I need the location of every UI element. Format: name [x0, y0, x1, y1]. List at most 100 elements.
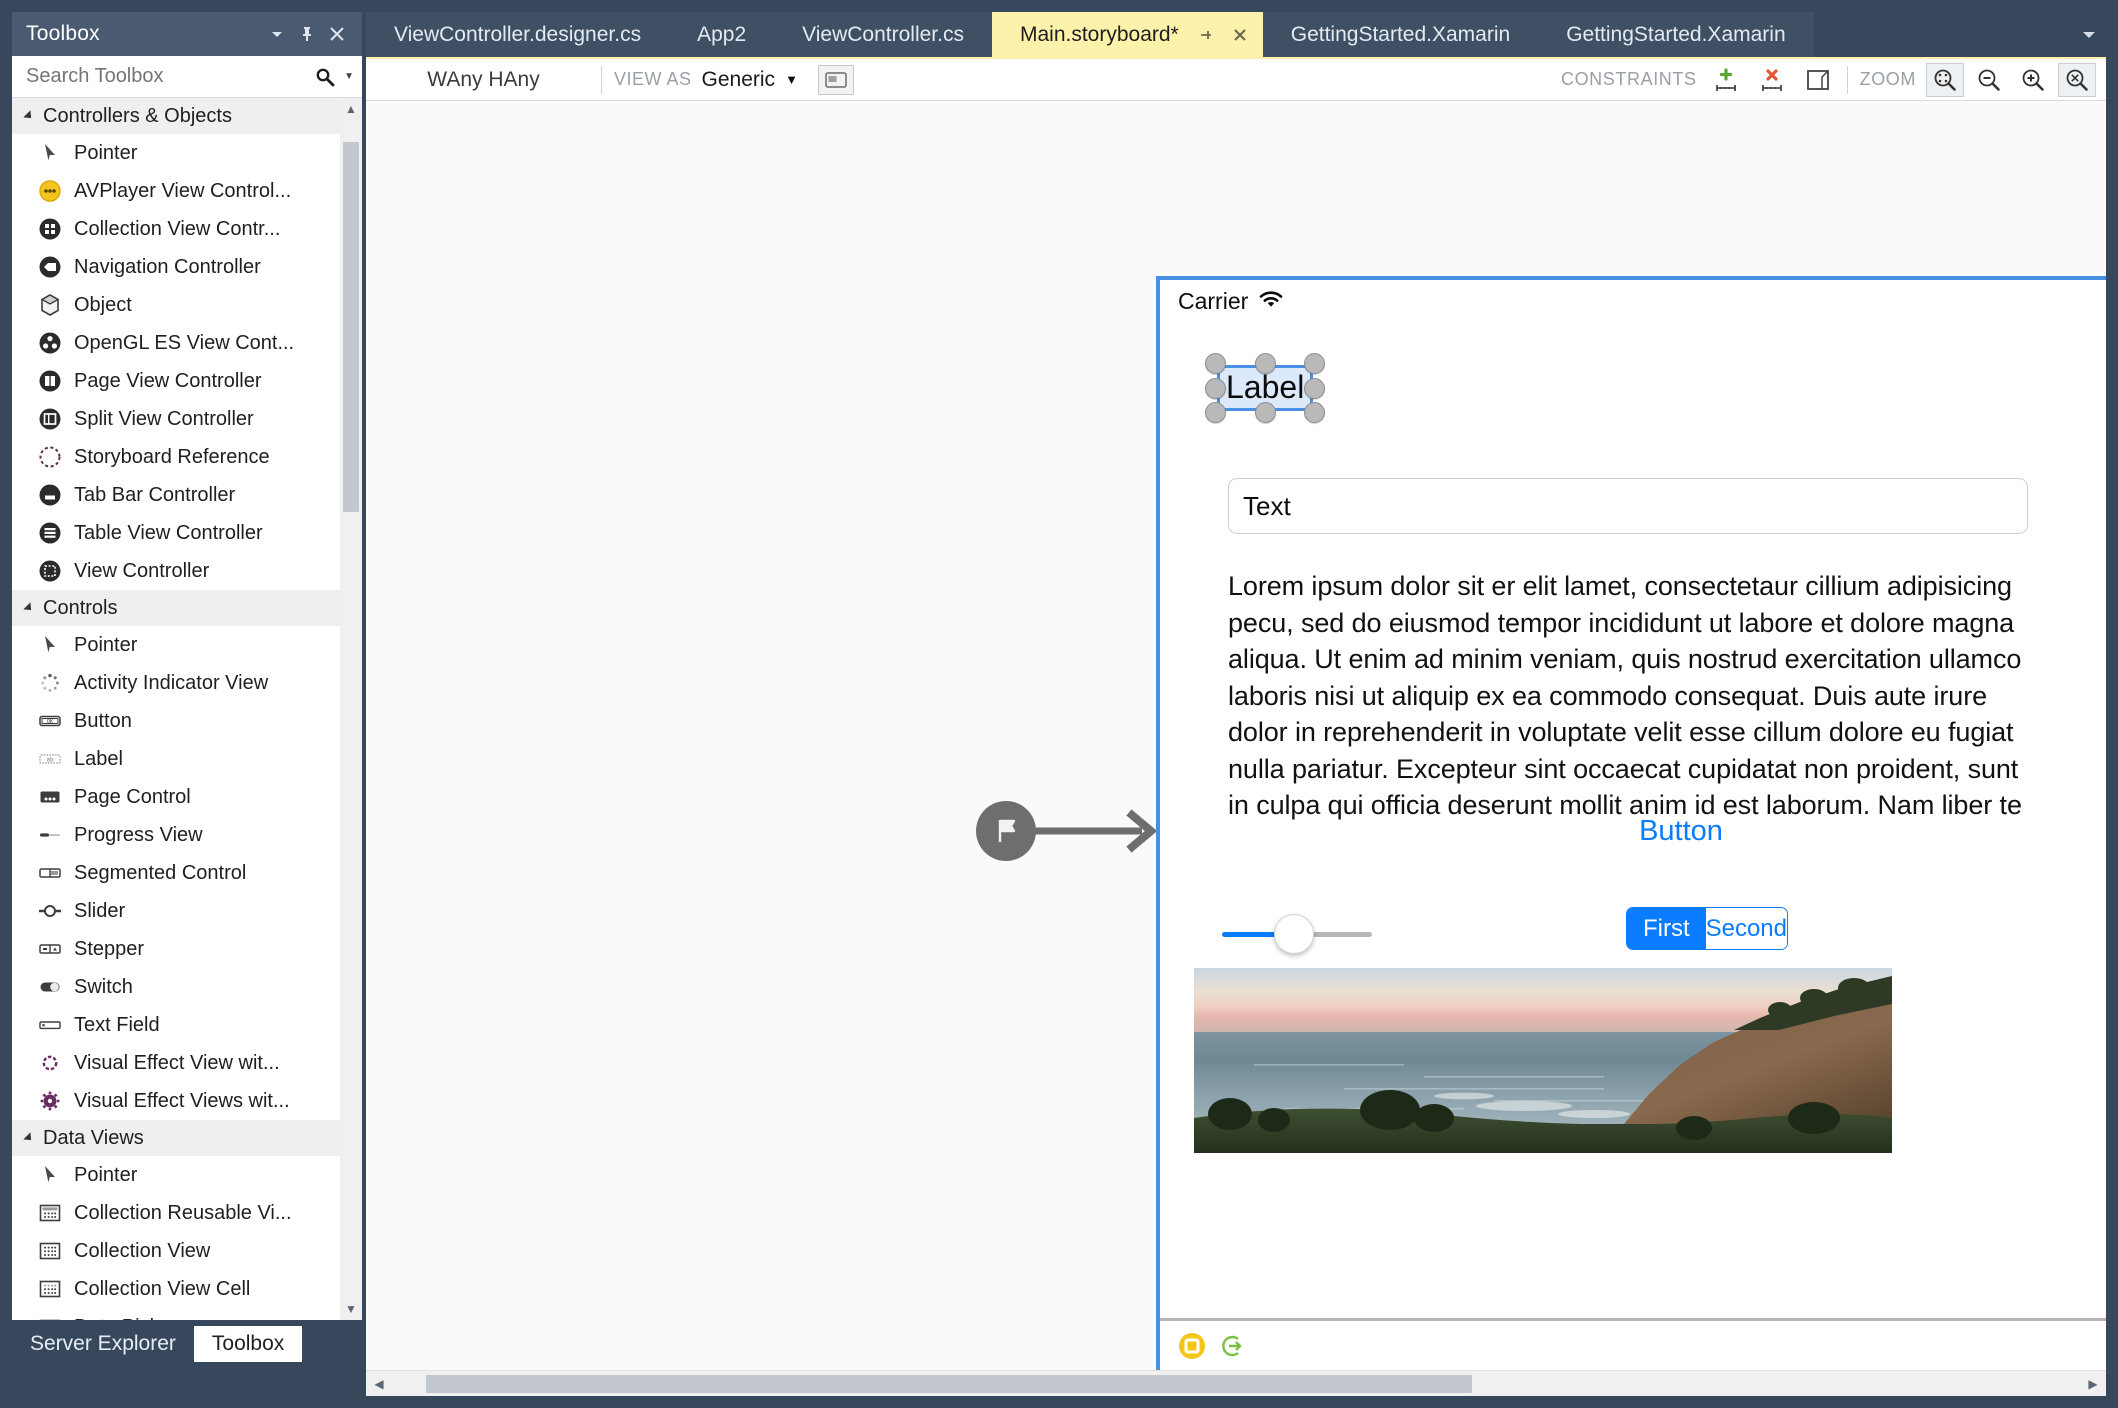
- exit-segue-icon[interactable]: [1218, 1332, 1246, 1360]
- pointer-icon: [26, 632, 74, 658]
- zoom-in-icon[interactable]: [2014, 63, 2052, 97]
- toolbox-item-label: Collection View Cell: [74, 1277, 251, 1300]
- toolbox-item-label[interactable]: ab Label: [12, 740, 340, 778]
- view-as-control[interactable]: VIEW AS Generic ▼: [602, 68, 810, 92]
- tab-overflow-chevron-icon[interactable]: [2078, 12, 2106, 57]
- toolbox-item-tab-bar-controller[interactable]: Tab Bar Controller: [12, 476, 340, 514]
- toolbox-item-collection-view-cell[interactable]: Collection View Cell: [12, 1270, 340, 1308]
- search-options-chevron-icon[interactable]: ▼: [344, 71, 354, 82]
- toolbox-item-pointer[interactable]: Pointer: [12, 134, 340, 172]
- toolbox-scrollbar[interactable]: ▲ ▼: [340, 98, 362, 1320]
- scrollbar-thumb[interactable]: [425, 1375, 1473, 1393]
- scroll-down-icon[interactable]: ▼: [340, 1298, 362, 1320]
- toolbox-item-button[interactable]: OK Button: [12, 702, 340, 740]
- toolbox-group-controls[interactable]: Controls: [12, 590, 340, 626]
- zoom-out-icon[interactable]: [1970, 63, 2008, 97]
- toolbox-group-data-views[interactable]: Data Views: [12, 1120, 340, 1156]
- view-as-value[interactable]: Generic: [702, 68, 776, 92]
- document-tab-viewcontroller-cs[interactable]: ViewController.cs: [774, 12, 992, 57]
- toolbox-item-visual-effect-views-wit[interactable]: Visual Effect Views wit...: [12, 1082, 340, 1120]
- design-canvas[interactable]: Carrier Label Text Lorem ipsum dolor sit…: [366, 101, 2106, 1396]
- slider-thumb[interactable]: [1274, 914, 1314, 954]
- toolbox-item-opengl-es-view-cont[interactable]: OpenGL ES View Cont...: [12, 324, 340, 362]
- device-orientation-icon[interactable]: [817, 64, 854, 95]
- resize-handle-w[interactable]: [1205, 377, 1226, 399]
- resize-handle-s[interactable]: [1255, 401, 1277, 423]
- close-icon[interactable]: [322, 19, 352, 49]
- view-as-label: VIEW AS: [614, 69, 692, 89]
- scroll-left-icon[interactable]: ◀: [366, 1377, 392, 1391]
- scroll-right-icon[interactable]: ▶: [2080, 1377, 2106, 1391]
- toolbox-item-split-view-controller[interactable]: Split View Controller: [12, 400, 340, 438]
- toolbox-item-object[interactable]: Object: [12, 286, 340, 324]
- toolbox-search[interactable]: ▼: [12, 56, 362, 98]
- toolbox-item-page-view-controller[interactable]: Page View Controller: [12, 362, 340, 400]
- segment-first[interactable]: First: [1627, 908, 1706, 949]
- selected-label-widget[interactable]: Label: [1205, 353, 1326, 423]
- entry-point-arrow-icon[interactable]: [974, 798, 1159, 864]
- toolbox-item-collection-view[interactable]: Collection View: [12, 1232, 340, 1270]
- ios-image-view[interactable]: [1194, 968, 1892, 1153]
- add-constraint-icon[interactable]: [1709, 64, 1743, 96]
- pin-icon[interactable]: [1193, 22, 1219, 48]
- resize-handle-n[interactable]: [1255, 353, 1277, 374]
- toolbox-item-progress-view[interactable]: Progress View: [12, 816, 340, 854]
- size-class-label[interactable]: WAny HAny: [366, 68, 601, 92]
- toolbox-item-storyboard-reference[interactable]: Storyboard Reference: [12, 438, 340, 476]
- search-input[interactable]: [26, 65, 315, 88]
- resize-handle-sw[interactable]: [1205, 401, 1226, 423]
- chevron-down-icon[interactable]: [262, 19, 292, 49]
- segment-second[interactable]: Second: [1705, 908, 1787, 949]
- search-icon[interactable]: [314, 66, 336, 88]
- toolbox-item-activity-indicator-view[interactable]: Activity Indicator View: [12, 664, 340, 702]
- frame-constraint-icon[interactable]: [1801, 64, 1835, 96]
- document-tab-viewcontroller-designer-cs[interactable]: ViewController.designer.cs: [366, 12, 670, 57]
- toolbox-item-view-controller[interactable]: View Controller: [12, 552, 340, 590]
- zoom-actual-icon[interactable]: [2058, 62, 2096, 97]
- toolbox-item-segmented-control[interactable]: Segmented Control: [12, 854, 340, 892]
- tab-server-explorer[interactable]: Server Explorer: [12, 1326, 194, 1362]
- toolbox-group-controllers-objects[interactable]: Controllers & Objects: [12, 98, 340, 134]
- chevron-down-icon[interactable]: ▼: [785, 72, 798, 87]
- ios-text-field[interactable]: Text: [1228, 478, 2028, 534]
- scrollbar-track[interactable]: [392, 1371, 2080, 1396]
- toolbox-item-date-picker[interactable]: Date Picker: [12, 1308, 340, 1320]
- toolbox-item-slider[interactable]: Slider: [12, 892, 340, 930]
- resize-handle-ne[interactable]: [1304, 353, 1326, 374]
- toolbox-item-avplayer-view-control[interactable]: AVPlayer View Control...: [12, 172, 340, 210]
- view-controller-scene[interactable]: Carrier Label Text Lorem ipsum dolor sit…: [1156, 276, 2106, 1374]
- resize-handle-e[interactable]: [1304, 377, 1326, 399]
- document-tab-gettingstarted-xamarin[interactable]: GettingStarted.Xamarin: [1262, 12, 1539, 57]
- close-icon[interactable]: [1227, 22, 1253, 48]
- tab-buttons: [1193, 22, 1253, 48]
- ios-text-view[interactable]: Lorem ipsum dolor sit er elit lamet, con…: [1228, 568, 2028, 824]
- zoom-fit-icon[interactable]: [1926, 62, 1964, 97]
- ios-slider[interactable]: [1222, 914, 1372, 954]
- scrollbar-thumb[interactable]: [343, 142, 359, 512]
- document-tab-app2[interactable]: App2: [669, 12, 775, 57]
- ios-segmented-control[interactable]: First Second: [1626, 907, 1788, 950]
- toolbox-item-label: Page View Controller: [74, 369, 262, 392]
- view-controller-scene-icon[interactable]: [1178, 1332, 1206, 1360]
- toolbox-item-visual-effect-view-wit[interactable]: Visual Effect View wit...: [12, 1044, 340, 1082]
- ios-button[interactable]: Button: [1160, 815, 2106, 848]
- toolbox-item-text-field[interactable]: Text Field: [12, 1006, 340, 1044]
- toolbox-item-pointer[interactable]: Pointer: [12, 626, 340, 664]
- tab-toolbox[interactable]: Toolbox: [193, 1326, 303, 1362]
- toolbox-item-collection-reusable-vi[interactable]: Collection Reusable Vi...: [12, 1194, 340, 1232]
- resize-handle-nw[interactable]: [1205, 353, 1226, 374]
- resize-handle-se[interactable]: [1304, 401, 1326, 423]
- scroll-up-icon[interactable]: ▲: [340, 98, 362, 120]
- toolbox-item-stepper[interactable]: Stepper: [12, 930, 340, 968]
- toolbox-item-table-view-controller[interactable]: Table View Controller: [12, 514, 340, 552]
- toolbox-item-collection-view-contr[interactable]: Collection View Contr...: [12, 210, 340, 248]
- toolbox-item-pointer[interactable]: Pointer: [12, 1156, 340, 1194]
- toolbox-item-navigation-controller[interactable]: Navigation Controller: [12, 248, 340, 286]
- document-tab-gettingstarted-xamarin[interactable]: GettingStarted.Xamarin: [1538, 12, 1814, 57]
- canvas-horizontal-scrollbar[interactable]: ◀ ▶: [366, 1370, 2106, 1396]
- toolbox-item-switch[interactable]: Switch: [12, 968, 340, 1006]
- toolbox-item-page-control[interactable]: Page Control: [12, 778, 340, 816]
- document-tab-main-storyboard[interactable]: Main.storyboard*: [991, 12, 1263, 57]
- pin-icon[interactable]: [292, 19, 322, 49]
- remove-constraint-icon[interactable]: [1755, 64, 1789, 96]
